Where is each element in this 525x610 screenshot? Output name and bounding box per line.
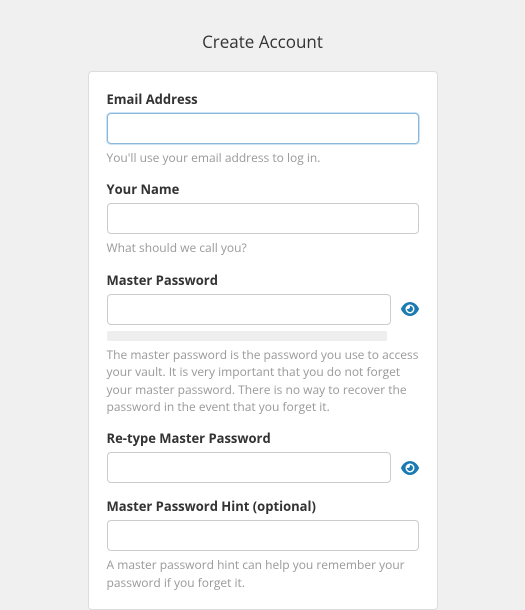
name-field[interactable] [107,203,419,234]
name-group: Your Name What should we call you? [107,180,419,256]
master-password-hint: The master password is the password you … [107,346,419,416]
master-password-group: Master Password The master password is t… [107,271,419,416]
page-title: Create Account [0,0,525,71]
password-hint-label: Master Password Hint (optional) [107,497,419,515]
retype-password-field[interactable] [107,452,391,483]
name-hint: What should we call you? [107,239,419,256]
master-password-label: Master Password [107,271,419,289]
eye-icon [401,300,419,318]
email-label: Email Address [107,90,419,108]
retype-password-label: Re-type Master Password [107,429,419,447]
password-hint-field[interactable] [107,520,419,551]
email-group: Email Address You'll use your email addr… [107,90,419,166]
password-hint-hint: A master password hint can help you reme… [107,556,419,591]
password-strength-bar [107,331,387,341]
email-hint: You'll use your email address to log in. [107,149,419,166]
master-password-field[interactable] [107,294,391,325]
email-field[interactable] [107,113,419,144]
toggle-master-password-visibility[interactable] [401,300,419,318]
eye-icon [401,459,419,477]
password-hint-group: Master Password Hint (optional) A master… [107,497,419,591]
toggle-retype-password-visibility[interactable] [401,459,419,477]
signup-card: Email Address You'll use your email addr… [88,71,438,610]
retype-password-group: Re-type Master Password [107,429,419,483]
name-label: Your Name [107,180,419,198]
